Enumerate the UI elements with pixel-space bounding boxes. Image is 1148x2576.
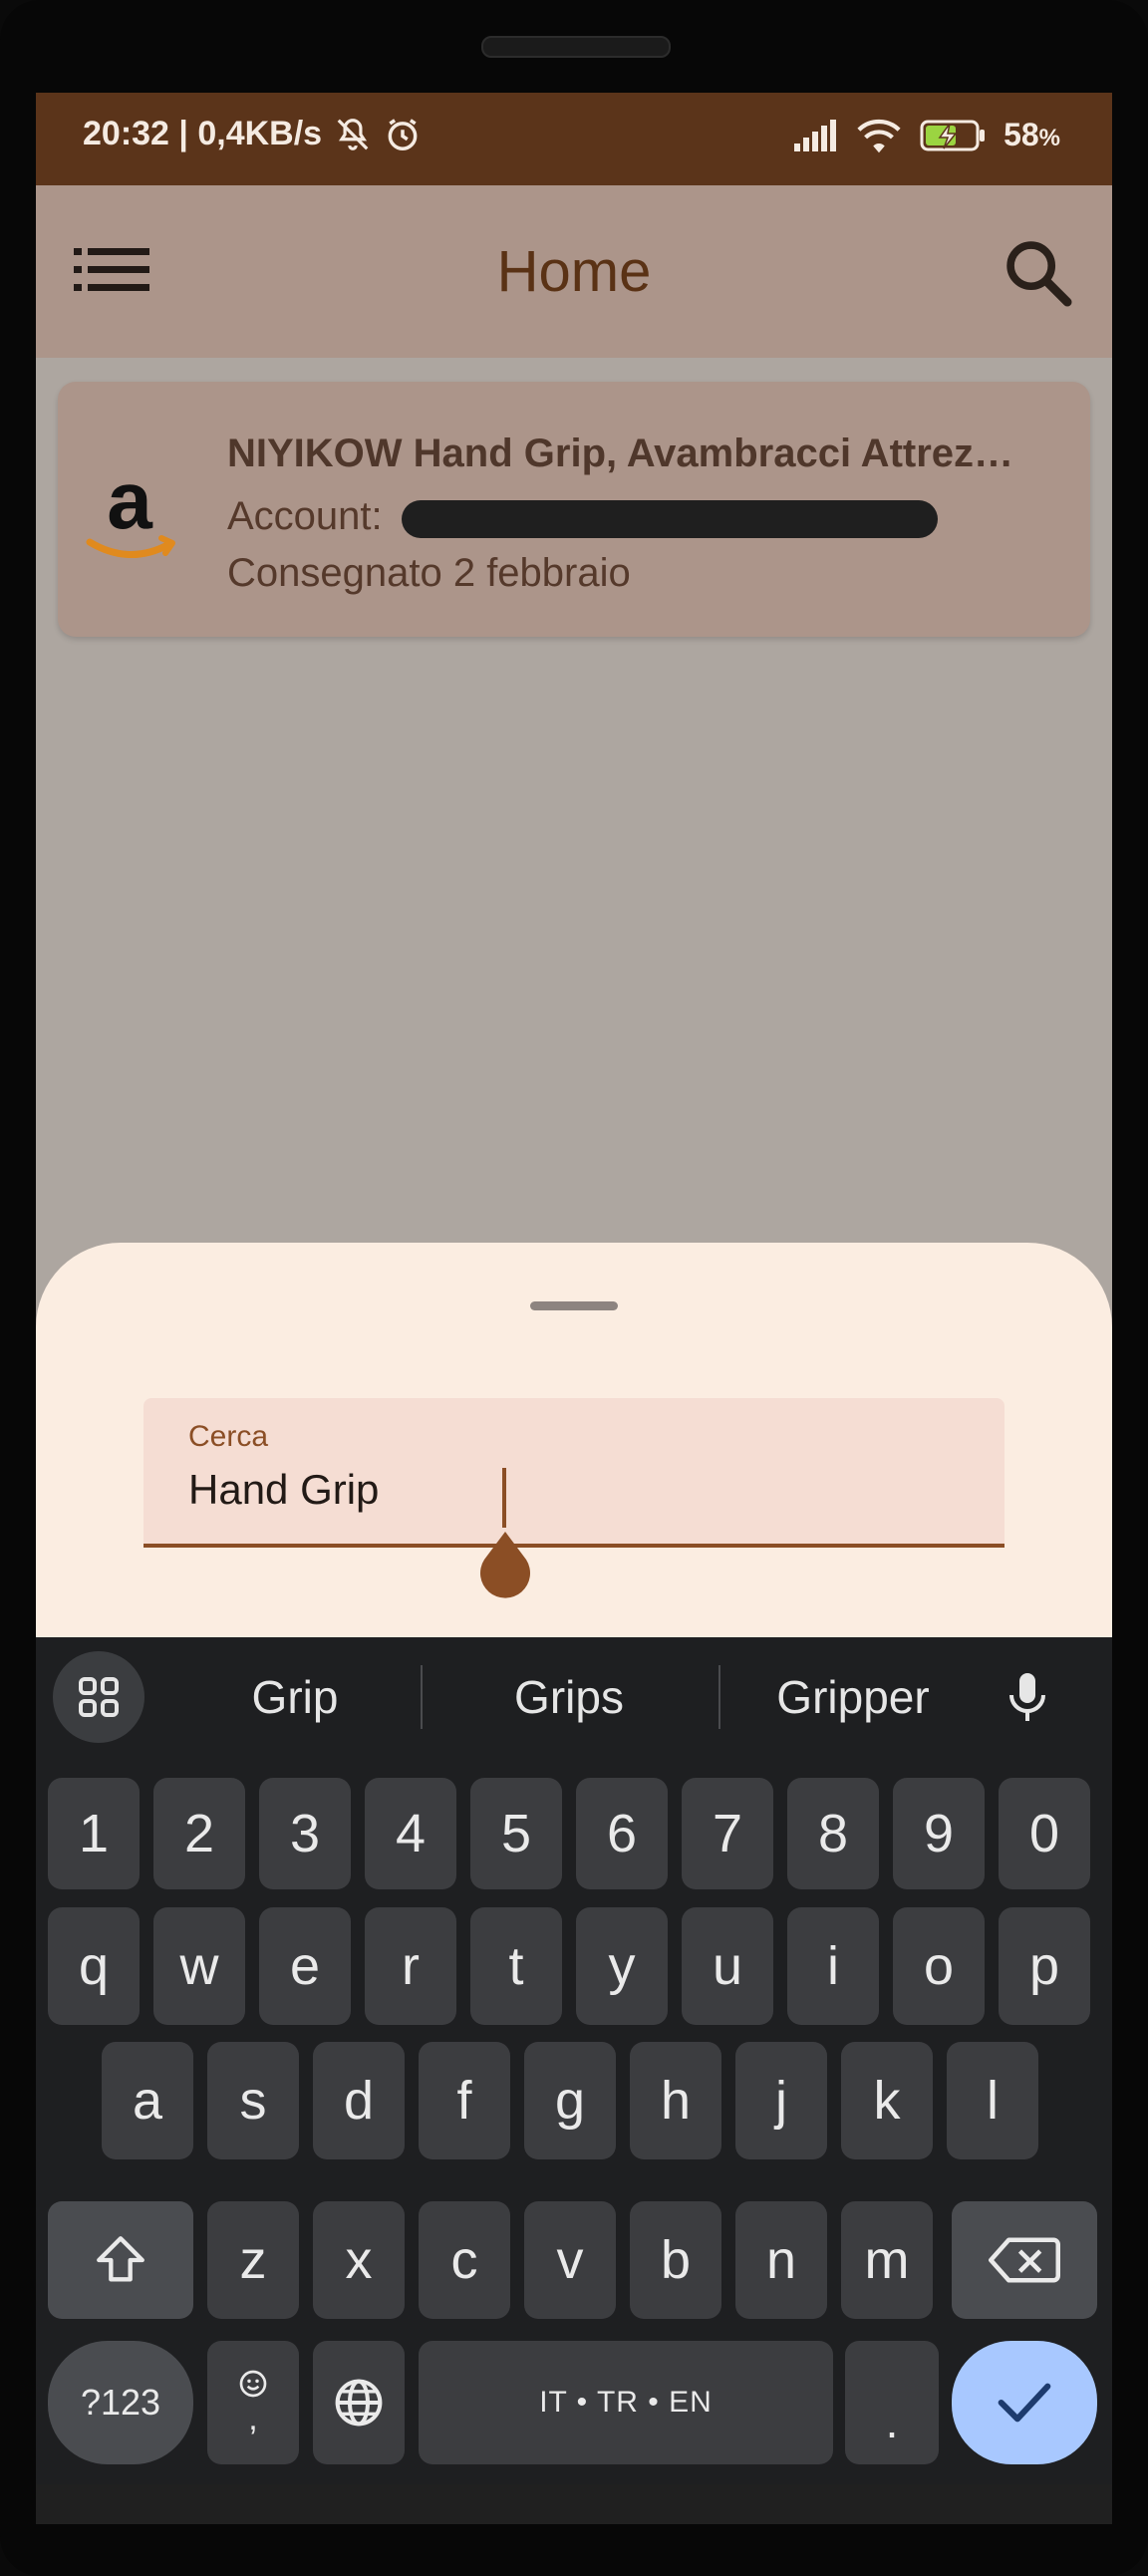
- battery-charging-icon: [920, 119, 986, 152]
- key-3[interactable]: 3: [259, 1778, 351, 1889]
- period-key[interactable]: .: [845, 2341, 939, 2464]
- space-key[interactable]: IT • TR • EN: [419, 2341, 833, 2464]
- key-z[interactable]: z: [207, 2201, 299, 2319]
- order-account: Account:: [227, 494, 383, 538]
- language-key[interactable]: [313, 2341, 405, 2464]
- suggestion-2[interactable]: Grips: [439, 1667, 699, 1727]
- cursor-handle[interactable]: [476, 1532, 534, 1605]
- suggestion-divider: [718, 1665, 720, 1729]
- emoji-icon: [239, 2370, 267, 2398]
- key-q[interactable]: q: [48, 1907, 140, 2025]
- search-button[interactable]: [993, 227, 1082, 317]
- search-input[interactable]: Cerca Hand Grip: [144, 1398, 1004, 1598]
- order-card[interactable]: a NIYIKOW Hand Grip, Avambracci Attrez… …: [58, 382, 1090, 637]
- suggestion-1[interactable]: Grip: [185, 1667, 405, 1727]
- bottom-bezel: [36, 2484, 1112, 2524]
- key-m[interactable]: m: [841, 2201, 933, 2319]
- key-u[interactable]: u: [682, 1907, 773, 2025]
- key-f[interactable]: f: [419, 2042, 510, 2159]
- key-k[interactable]: k: [841, 2042, 933, 2159]
- done-key[interactable]: [952, 2341, 1097, 2464]
- key-o[interactable]: o: [893, 1907, 985, 2025]
- order-title: NIYIKOW Hand Grip, Avambracci Attrez…: [227, 431, 1014, 475]
- emoji-key[interactable]: ,: [207, 2341, 299, 2464]
- backspace-icon: [989, 2237, 1060, 2283]
- shift-icon: [97, 2236, 144, 2282]
- suggestion-bar: Grip Grips Gripper: [36, 1637, 1112, 1757]
- backspace-key[interactable]: [952, 2201, 1097, 2319]
- microphone-icon: [1009, 1673, 1045, 1721]
- text-cursor: [502, 1468, 506, 1528]
- comma-label: ,: [248, 2400, 258, 2437]
- suggestion-divider: [421, 1665, 423, 1729]
- key-n[interactable]: n: [735, 2201, 827, 2319]
- shift-key[interactable]: [48, 2201, 193, 2319]
- key-i[interactable]: i: [787, 1907, 879, 2025]
- app-bar: Home: [36, 185, 1112, 358]
- battery-level: 58%: [1004, 117, 1060, 152]
- key-v[interactable]: v: [524, 2201, 616, 2319]
- key-a[interactable]: a: [102, 2042, 193, 2159]
- key-8[interactable]: 8: [787, 1778, 879, 1889]
- key-e[interactable]: e: [259, 1907, 351, 2025]
- key-p[interactable]: p: [999, 1907, 1090, 2025]
- notifications-off-icon: [334, 116, 372, 153]
- search-field-value[interactable]: Hand Grip: [188, 1466, 379, 1514]
- key-4[interactable]: 4: [365, 1778, 456, 1889]
- earpiece-speaker: [481, 36, 671, 58]
- key-2[interactable]: 2: [153, 1778, 245, 1889]
- key-7[interactable]: 7: [682, 1778, 773, 1889]
- menu-button[interactable]: [72, 235, 151, 305]
- key-r[interactable]: r: [365, 1907, 456, 2025]
- wifi-icon: [856, 118, 902, 153]
- search-bottom-sheet: Cerca Hand Grip: [36, 1243, 1112, 1661]
- suggestion-3[interactable]: Gripper: [733, 1667, 973, 1727]
- svg-text:a: a: [107, 456, 153, 546]
- drag-handle[interactable]: [530, 1301, 618, 1310]
- key-t[interactable]: t: [470, 1907, 562, 2025]
- order-status: Consegnato 2 febbraio: [227, 551, 631, 595]
- status-time-speed: 20:32 | 0,4KB/s: [83, 115, 323, 152]
- keyboard-menu-button[interactable]: [53, 1651, 144, 1743]
- voice-input-button[interactable]: [993, 1662, 1062, 1732]
- status-bar: 20:32 | 0,4KB/s 58%: [36, 93, 1112, 185]
- key-h[interactable]: h: [630, 2042, 721, 2159]
- soft-keyboard: Grip Grips Gripper ?123 , IT • TR • EN .…: [36, 1637, 1112, 2484]
- checkmark-icon: [998, 2383, 1051, 2423]
- key-l[interactable]: l: [947, 2042, 1038, 2159]
- key-1[interactable]: 1: [48, 1778, 140, 1889]
- list-menu-icon: [74, 248, 149, 291]
- key-5[interactable]: 5: [470, 1778, 562, 1889]
- key-c[interactable]: c: [419, 2201, 510, 2319]
- key-x[interactable]: x: [313, 2201, 405, 2319]
- search-icon: [1006, 241, 1072, 307]
- key-y[interactable]: y: [576, 1907, 668, 2025]
- search-field-label: Cerca: [188, 1420, 269, 1453]
- status-right: 58%: [794, 117, 1060, 153]
- key-w[interactable]: w: [153, 1907, 245, 2025]
- page-title: Home: [496, 239, 652, 304]
- redacted-account: [402, 500, 938, 538]
- key-d[interactable]: d: [313, 2042, 405, 2159]
- globe-icon: [335, 2379, 383, 2427]
- amazon-logo-icon: a: [86, 456, 175, 558]
- symbols-key[interactable]: ?123: [48, 2341, 193, 2464]
- key-j[interactable]: j: [735, 2042, 827, 2159]
- phone-frame: 20:32 | 0,4KB/s 58% Home a NIYIKOW Hand …: [0, 0, 1148, 2576]
- screen: 20:32 | 0,4KB/s 58% Home a NIYIKOW Hand …: [36, 93, 1112, 2484]
- grid-apps-icon: [79, 1677, 119, 1717]
- status-left: 20:32 | 0,4KB/s: [83, 115, 422, 153]
- key-0[interactable]: 0: [999, 1778, 1090, 1889]
- key-9[interactable]: 9: [893, 1778, 985, 1889]
- key-s[interactable]: s: [207, 2042, 299, 2159]
- key-b[interactable]: b: [630, 2201, 721, 2319]
- signal-icon: [794, 119, 838, 151]
- key-g[interactable]: g: [524, 2042, 616, 2159]
- key-6[interactable]: 6: [576, 1778, 668, 1889]
- alarm-icon: [384, 116, 422, 153]
